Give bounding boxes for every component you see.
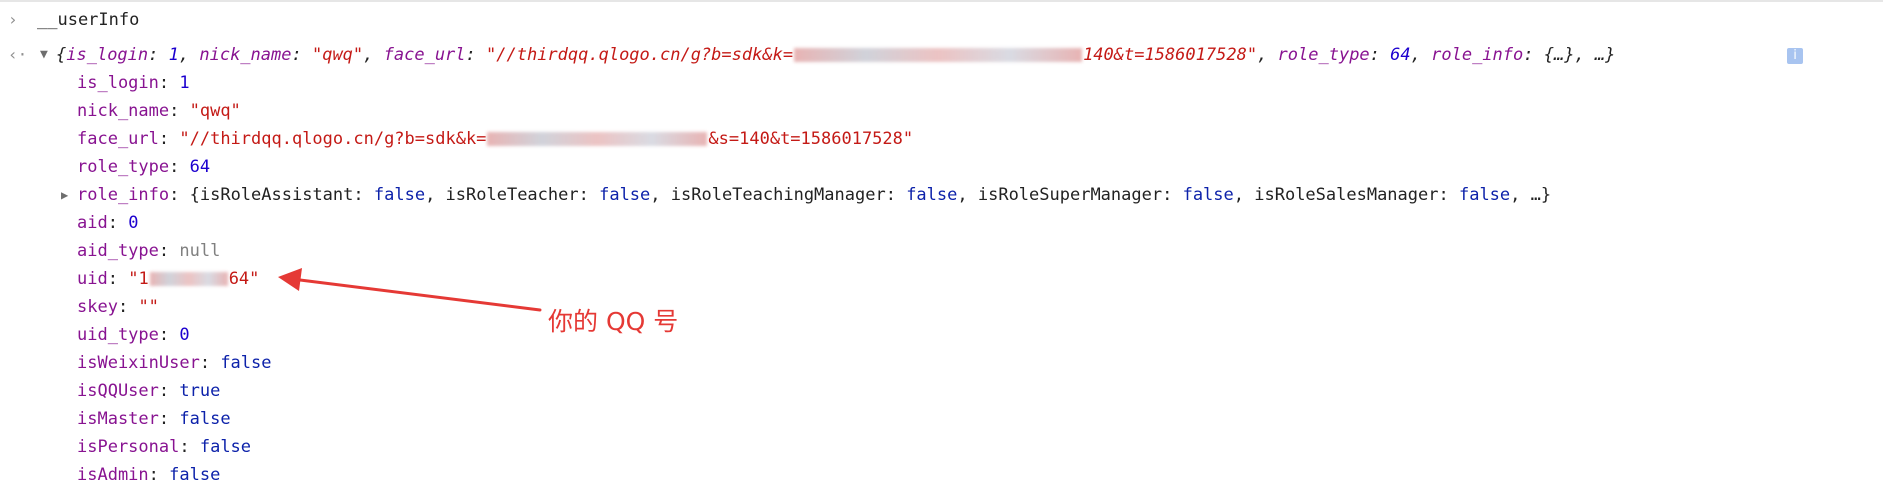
annotation-arrow [278, 268, 542, 312]
annotation-label: 你的 QQ 号 [548, 307, 679, 336]
